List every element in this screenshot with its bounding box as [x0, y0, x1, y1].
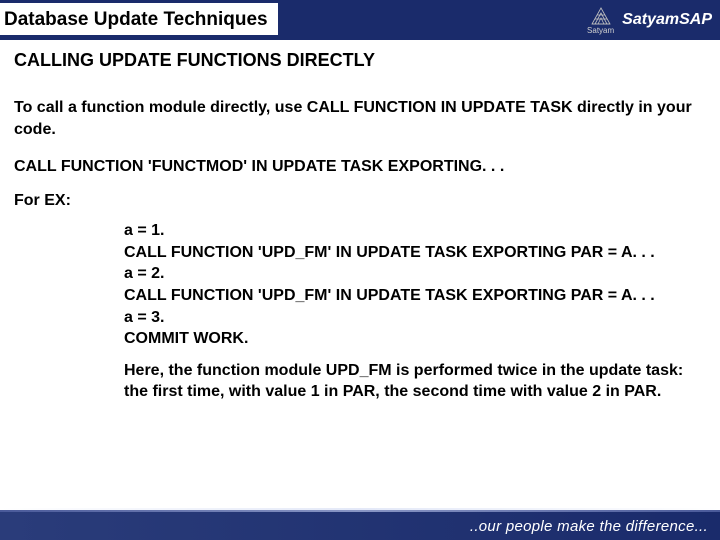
slide-header: Database Update Techniques Satyam Satyam… [0, 0, 720, 40]
page-title: Database Update Techniques [0, 3, 278, 37]
header-logos: Satyam SatyamSAP [587, 6, 712, 35]
example-label: For EX: [14, 192, 706, 210]
footer-tagline: ..our people make the difference... [470, 518, 708, 535]
footer-accent [0, 508, 720, 512]
slide-footer: ..our people make the difference... [0, 510, 720, 540]
satyam-sap-logo: SatyamSAP [622, 11, 712, 29]
satyam-text: Satyam [622, 11, 679, 28]
slide-body: CALLING UPDATE FUNCTIONS DIRECTLY To cal… [0, 40, 720, 403]
section-heading: CALLING UPDATE FUNCTIONS DIRECTLY [14, 50, 706, 71]
sap-text: SAP [679, 11, 712, 28]
code-example: a = 1. CALL FUNCTION 'UPD_FM' IN UPDATE … [124, 220, 706, 350]
satyam-small-label: Satyam [587, 26, 614, 35]
intro-paragraph: To call a function module directly, use … [14, 97, 706, 140]
explanation-paragraph: Here, the function module UPD_FM is perf… [124, 360, 706, 403]
syntax-line: CALL FUNCTION 'FUNCTMOD' IN UPDATE TASK … [14, 158, 706, 176]
satyam-small-logo: Satyam [587, 6, 614, 35]
